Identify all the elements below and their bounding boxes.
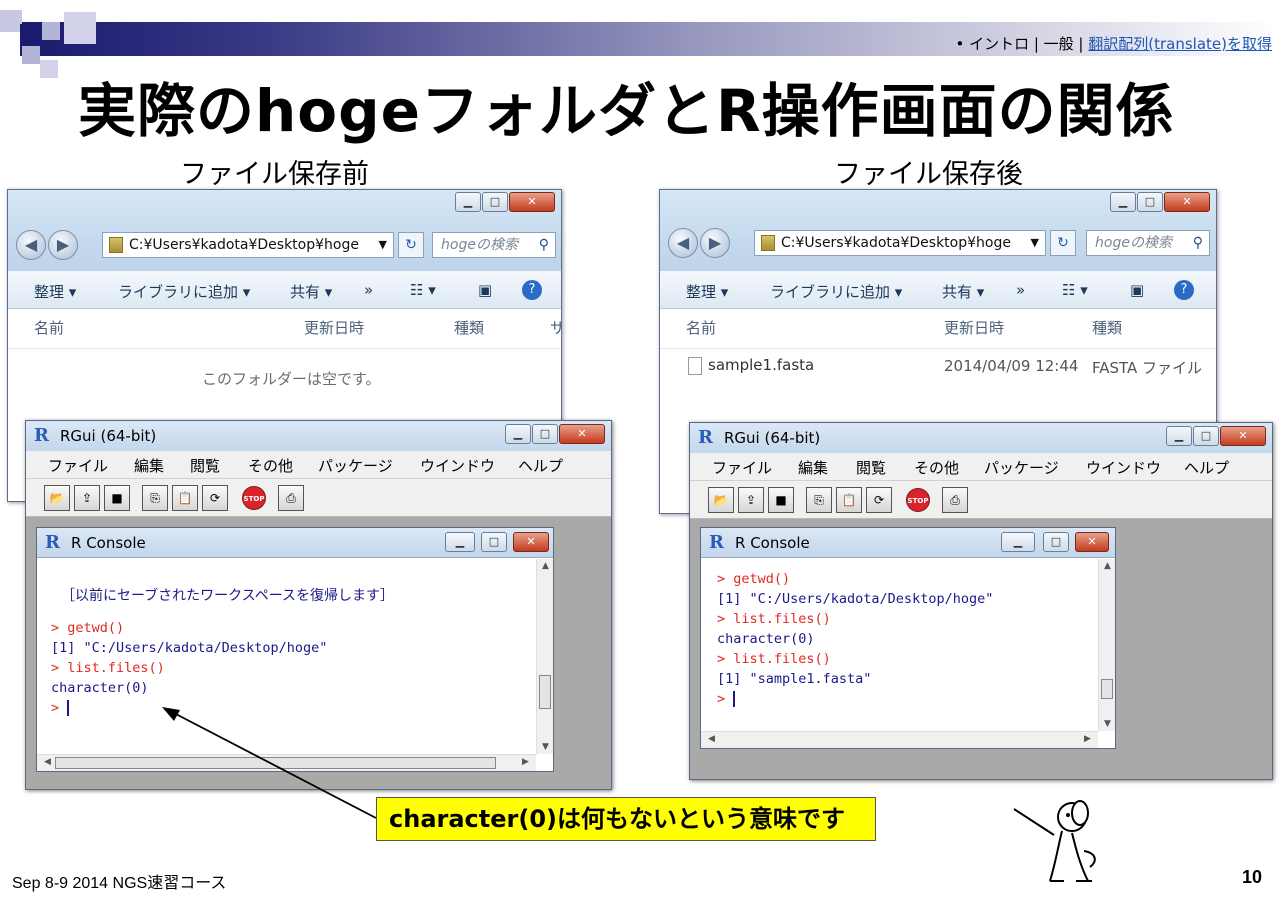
footer-text: Sep 8-9 2014 NGS速習コース (12, 875, 227, 892)
page-number: 10 (1242, 867, 1263, 887)
callout-note: character(0)は何もないという意味です (376, 797, 876, 841)
callout-arrow (162, 707, 377, 819)
dog-mascot-icon (1013, 800, 1096, 882)
